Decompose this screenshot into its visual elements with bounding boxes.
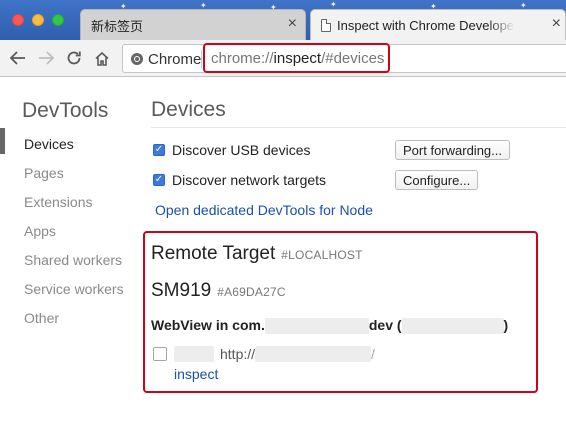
sidebar-item-service-workers[interactable]: Service workers [24,281,124,297]
omnibox-chip-label: Chrome [148,51,202,68]
url-host: inspect [273,50,322,67]
discover-usb-option[interactable]: ✓ Discover USB devices [153,142,311,158]
document-icon [321,18,331,32]
discover-usb-label: Discover USB devices [172,142,311,158]
arrow-right-icon [39,51,54,65]
page-entry: http:// / [153,346,375,362]
chrome-icon [131,53,143,65]
minimize-window-button[interactable] [32,14,44,26]
webview-suffix: dev ( [368,317,402,333]
reload-icon [67,51,81,65]
tab-title: Inspect with Chrome Developer Tools [337,17,515,33]
device-serial: #A69DA27C [217,285,286,299]
webview-prefix: WebView in com. [151,317,265,333]
reload-button[interactable] [62,46,86,70]
url-path: /#devices [321,50,385,67]
arrow-left-icon [10,51,25,65]
close-window-button[interactable] [12,14,24,26]
home-button[interactable] [90,46,114,70]
checkbox-checked-icon[interactable]: ✓ [153,144,165,156]
tab-strip: ✦ ✦ ✦ ✦ ✦ ✦ ✦ 新标签页 × Inspect with Chrome… [0,0,566,40]
redacted-page-url [255,346,372,362]
url-text[interactable]: chrome://inspect/#devices [203,43,390,73]
webview-heading: WebView in com. dev () [151,317,509,335]
browser-toolbar: Chrome chrome://inspect/#devices [0,40,566,77]
zoom-window-button[interactable] [52,14,64,26]
omnibox-divider [201,50,202,68]
tab-close-icon[interactable]: × [288,16,297,32]
remote-target-heading: Remote Target #LOCALHOST [151,243,363,265]
sidebar-item-extensions[interactable]: Extensions [24,194,92,210]
sidebar-selection-marker [0,128,5,154]
sidebar-item-pages[interactable]: Pages [24,165,64,181]
sidebar-title: DevTools [22,99,109,122]
address-bar[interactable]: Chrome chrome://inspect/#devices [122,43,566,73]
port-forwarding-button[interactable]: Port forwarding... [395,140,510,160]
sidebar: DevTools Devices Pages Extensions Apps S… [0,78,140,424]
sidebar-item-apps[interactable]: Apps [24,223,56,239]
back-button[interactable] [6,46,30,70]
sidebar-item-shared-workers[interactable]: Shared workers [24,252,122,268]
remote-target-title: Remote Target [151,243,276,264]
sidebar-item-devices[interactable]: Devices [24,136,74,152]
redacted-page-title [174,346,214,362]
sidebar-item-other[interactable]: Other [24,310,59,326]
page-url-suffix: / [371,346,375,362]
discover-network-option[interactable]: ✓ Discover network targets [153,172,326,188]
inspect-link[interactable]: inspect [174,366,218,382]
tab-close-icon[interactable]: × [552,16,561,32]
device-heading: SM919 #A69DA27C [151,280,286,302]
checkbox-checked-icon[interactable]: ✓ [153,174,165,186]
page-title: Devices [151,98,226,121]
webview-close: ) [503,317,509,333]
star-decoration: ✦ [330,0,337,9]
configure-button[interactable]: Configure... [395,170,479,190]
page-url-prefix: http:// [220,346,256,362]
device-name: SM919 [151,280,212,301]
forward-button[interactable] [34,46,58,70]
remote-target-host: #LOCALHOST [281,248,363,262]
discover-network-label: Discover network targets [172,172,327,188]
redacted-version [401,318,504,335]
tab-inspect[interactable]: Inspect with Chrome Developer Tools × [310,9,566,40]
home-icon [95,51,109,66]
open-node-devtools-link[interactable]: Open dedicated DevTools for Node [155,202,373,218]
redacted-package [264,318,369,335]
tab-new-tab[interactable]: 新标签页 × [80,9,306,40]
title-divider [151,127,566,128]
url-scheme: chrome:// [211,50,274,67]
page-thumbnail-checkbox[interactable] [153,347,167,361]
tab-title: 新标签页 [91,18,144,34]
